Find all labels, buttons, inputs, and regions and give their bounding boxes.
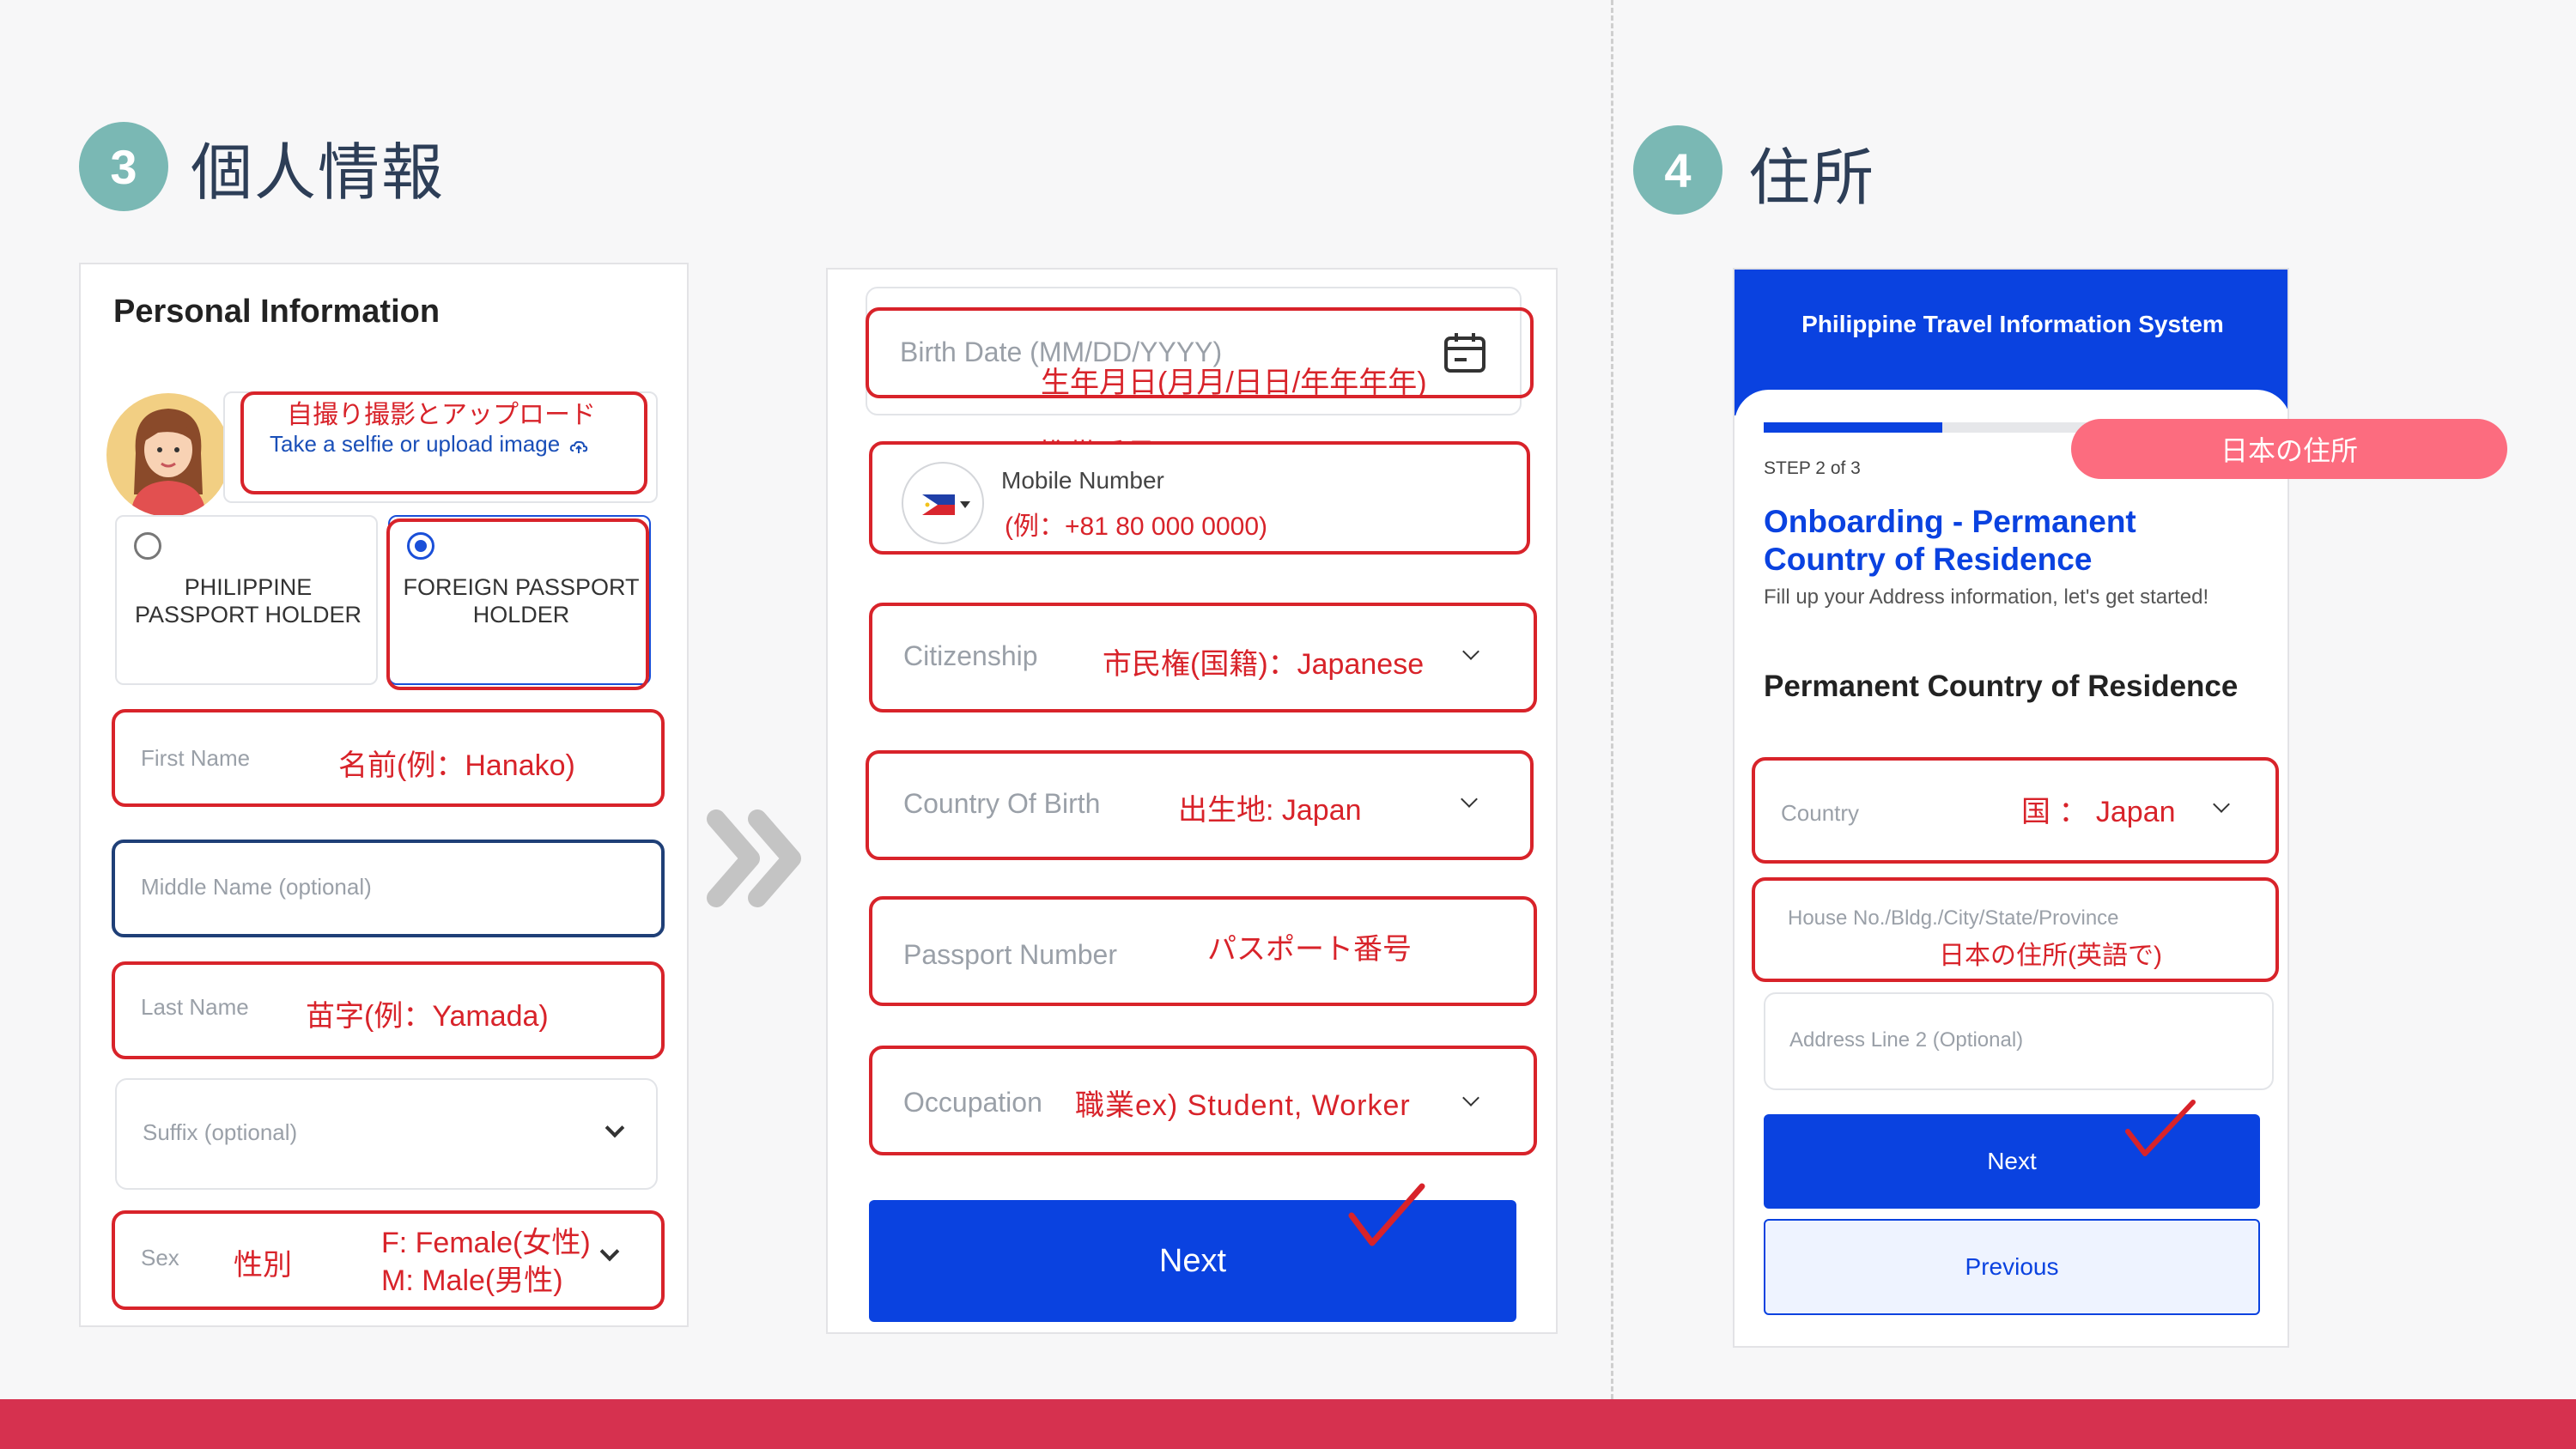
mobile-example: (例：+81 80 000 0000) bbox=[1005, 512, 1268, 541]
personal-info-panel: Personal Information 自撮り撮影とアップロード Take a… bbox=[79, 263, 689, 1327]
step-indicator: STEP 2 of 3 bbox=[1764, 458, 1861, 478]
country-of-birth-placeholder: Country Of Birth bbox=[903, 788, 1101, 819]
option-philippine-passport[interactable]: PHILIPPINE PASSPORT HOLDER bbox=[115, 515, 378, 685]
last-name-field[interactable]: Last Name 苗字(例：Yamada) bbox=[112, 961, 665, 1059]
passport-number-annotation: パスポート番号 bbox=[1207, 933, 1412, 966]
address-line-1-annotation: 日本の住所(英語で) bbox=[1939, 942, 2162, 970]
chevron-down-icon bbox=[605, 1118, 625, 1138]
section-title-residence: Permanent Country of Residence bbox=[1764, 670, 2239, 703]
country-of-birth-select[interactable]: Country Of Birth 出生地: Japan bbox=[866, 750, 1534, 860]
address-line-2-placeholder: Address Line 2 (Optional) bbox=[1789, 1028, 2024, 1052]
avatar[interactable] bbox=[106, 393, 230, 517]
selfie-link-text: Take a selfie or upload image bbox=[270, 431, 561, 457]
middle-name-placeholder: Middle Name (optional) bbox=[141, 874, 372, 900]
passport-number-placeholder: Passport Number bbox=[903, 939, 1117, 970]
first-name-annotation: 名前(例：Hanako) bbox=[338, 749, 575, 782]
previous-button[interactable]: Previous bbox=[1764, 1219, 2260, 1315]
step-number: 3 bbox=[110, 139, 137, 194]
upload-cloud-icon bbox=[569, 436, 588, 455]
pill-label: 日本の住所 bbox=[2220, 435, 2358, 466]
philippine-flag-icon bbox=[922, 494, 955, 515]
option-label: PHILIPPINE PASSPORT HOLDER bbox=[134, 574, 362, 628]
passport-number-field[interactable]: Passport Number パスポート番号 bbox=[869, 896, 1537, 1006]
sex-select[interactable]: Sex 性別 F: Female(女性) M: Male(男性) bbox=[112, 1210, 665, 1310]
occupation-placeholder: Occupation bbox=[903, 1087, 1042, 1118]
citizenship-select[interactable]: Citizenship 市民権(国籍)：Japanese bbox=[869, 603, 1537, 712]
birth-date-annotation: 生年月日(月月/日日/年年年年) bbox=[1041, 367, 1427, 399]
step-4-badge: 4 bbox=[1633, 125, 1722, 215]
step-number: 4 bbox=[1664, 142, 1692, 197]
section-divider bbox=[1611, 0, 1613, 1399]
panel-title: Personal Information bbox=[113, 294, 440, 330]
check-mark-icon bbox=[1348, 1183, 1425, 1246]
calendar-icon[interactable] bbox=[1443, 331, 1487, 376]
occupation-annotation: 職業ex) Student, Worker bbox=[1075, 1089, 1411, 1122]
radio-philippine-passport[interactable] bbox=[134, 532, 161, 560]
address-line-1-field[interactable]: House No./Bldg./City/State/Province 日本の住… bbox=[1752, 877, 2279, 982]
citizenship-placeholder: Citizenship bbox=[903, 640, 1038, 671]
first-name-field[interactable]: First Name 名前(例：Hanako) bbox=[112, 709, 665, 807]
chevron-down-icon bbox=[2213, 796, 2230, 813]
section-title-personal: 個人情報 bbox=[191, 139, 446, 208]
mobile-label: Mobile Number bbox=[1001, 467, 1164, 494]
suffix-select[interactable]: Suffix (optional) bbox=[115, 1078, 658, 1190]
step-3-badge: 3 bbox=[79, 122, 168, 211]
citizenship-annotation: 市民権(国籍)：Japanese bbox=[1103, 648, 1425, 681]
suffix-placeholder: Suffix (optional) bbox=[143, 1119, 298, 1145]
progress-fill bbox=[1764, 422, 1943, 433]
caret-down-icon bbox=[960, 501, 970, 508]
address-line-1-placeholder: House No./Bldg./City/State/Province bbox=[1788, 906, 2119, 930]
foreign-passport-annotation-box bbox=[386, 518, 649, 690]
chevron-down-icon bbox=[1461, 791, 1478, 808]
middle-name-field[interactable]: Middle Name (optional) bbox=[112, 840, 665, 937]
selfie-annotation: 自撮り撮影とアップロード bbox=[287, 401, 596, 429]
sex-option-female-note: F: Female(女性) bbox=[381, 1227, 591, 1259]
country-placeholder: Country bbox=[1781, 800, 1860, 826]
chevron-down-icon bbox=[1462, 1089, 1479, 1106]
selfie-upload-link[interactable]: Take a selfie or upload image bbox=[270, 431, 588, 458]
country-of-birth-annotation: 出生地: Japan bbox=[1178, 794, 1362, 827]
chevron-down-icon bbox=[1462, 643, 1479, 660]
last-name-placeholder: Last Name bbox=[141, 994, 249, 1020]
address-line-2-field[interactable]: Address Line 2 (Optional) bbox=[1764, 992, 2274, 1090]
country-annotation: 国 ： Japan bbox=[2021, 796, 2176, 828]
country-select[interactable]: Country 国 ： Japan bbox=[1752, 757, 2279, 864]
last-name-annotation: 苗字(例：Yamada) bbox=[306, 1000, 549, 1033]
address-annotation-pill: 日本の住所 bbox=[2071, 419, 2507, 479]
sex-option-male-note: M: Male(男性) bbox=[381, 1264, 563, 1297]
onboarding-heading: Onboarding - Permanent Country of Reside… bbox=[1764, 504, 2136, 577]
onboarding-subheading: Fill up your Address information, let's … bbox=[1764, 585, 2209, 609]
first-name-placeholder: First Name bbox=[141, 745, 251, 771]
mobile-number-field[interactable]: Mobile Number (例：+81 80 000 0000) bbox=[869, 441, 1530, 555]
app-header-title: Philippine Travel Information System bbox=[1801, 311, 2224, 337]
occupation-select[interactable]: Occupation 職業ex) Student, Worker bbox=[869, 1046, 1537, 1155]
personal-info-panel-continued: Birth Date (MM/DD/YYYY) 生年月日(月月/日日/年年年年)… bbox=[826, 268, 1558, 1334]
sex-placeholder: Sex bbox=[141, 1245, 179, 1270]
bottom-bar bbox=[0, 1399, 2576, 1449]
chevron-down-icon bbox=[599, 1241, 620, 1262]
check-mark-icon bbox=[2125, 1100, 2196, 1156]
section-title-address: 住所 bbox=[1748, 144, 1876, 213]
birth-date-field[interactable]: Birth Date (MM/DD/YYYY) 生年月日(月月/日日/年年年年) bbox=[866, 307, 1534, 399]
country-code-selector[interactable] bbox=[902, 462, 984, 544]
sex-annotation: 性別 bbox=[234, 1249, 292, 1282]
double-chevron-right-icon bbox=[704, 807, 807, 910]
